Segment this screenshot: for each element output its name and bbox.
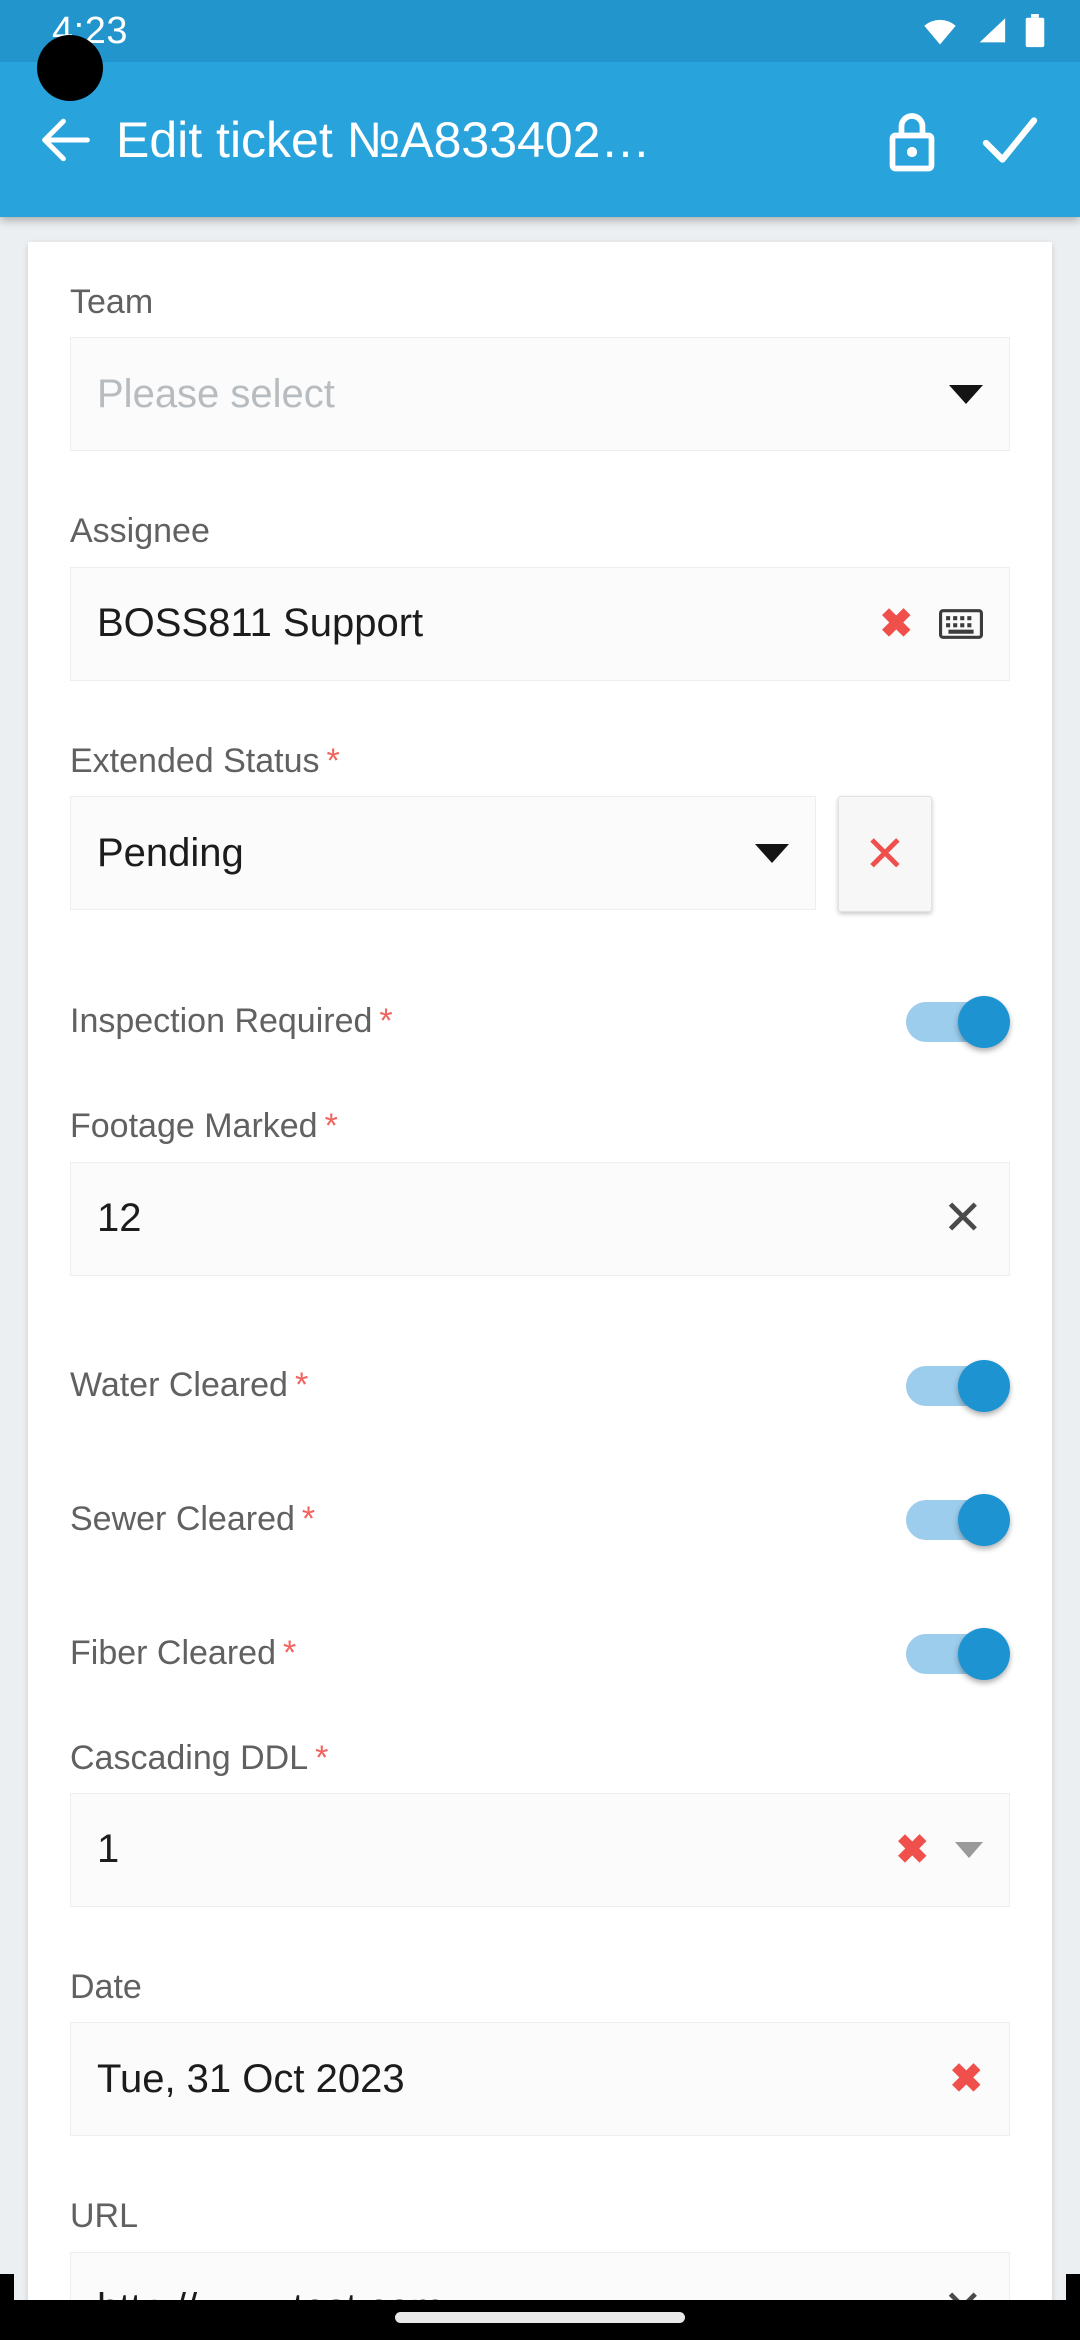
extended-status-select[interactable]: Pending bbox=[70, 796, 816, 911]
assignee-value: BOSS811 Support bbox=[97, 601, 424, 646]
url-input[interactable]: http://www.test.com ✕ bbox=[70, 2251, 1010, 2300]
field-team: Team Please select bbox=[70, 283, 1010, 452]
date-clear-x-icon[interactable]: ✖ bbox=[949, 2059, 983, 2099]
fiber-cleared-label: Fiber Cleared * bbox=[70, 1633, 297, 1672]
required-asterisk: * bbox=[301, 1499, 316, 1538]
battery-icon bbox=[1025, 14, 1045, 48]
assignee-label: Assignee bbox=[70, 512, 210, 551]
cascading-ddl-value: 1 bbox=[97, 1827, 120, 1872]
field-water-cleared: Water Cleared * bbox=[70, 1338, 1010, 1434]
extended-status-value: Pending bbox=[97, 830, 244, 875]
field-cascading-ddl: Cascading DDL * 1 ✖ bbox=[70, 1738, 1010, 1907]
date-value: Tue, 31 Oct 2023 bbox=[97, 2056, 405, 2101]
system-nav-bar bbox=[0, 2300, 1080, 2340]
assignee-input[interactable]: BOSS811 Support ✖ bbox=[70, 566, 1010, 681]
chevron-down-icon[interactable] bbox=[955, 1841, 983, 1858]
cascading-ddl-label: Cascading DDL * bbox=[70, 1738, 329, 1777]
field-assignee: Assignee BOSS811 Support ✖ bbox=[70, 512, 1010, 681]
app-bar: Edit ticket №A833402… bbox=[0, 62, 1080, 217]
status-bar: 4:23 bbox=[0, 0, 1080, 62]
url-clear-x-icon[interactable]: ✕ bbox=[943, 2284, 983, 2300]
cascading-ddl-clear-x-icon[interactable]: ✖ bbox=[895, 1830, 929, 1870]
water-cleared-label: Water Cleared * bbox=[70, 1365, 309, 1404]
footage-marked-value: 12 bbox=[97, 1196, 142, 1241]
team-label: Team bbox=[70, 283, 154, 321]
inspection-required-toggle[interactable] bbox=[906, 996, 1010, 1049]
team-value: Please select bbox=[97, 371, 335, 416]
sewer-cleared-label: Sewer Cleared * bbox=[70, 1499, 316, 1538]
team-select[interactable]: Please select bbox=[70, 337, 1010, 452]
field-sewer-cleared: Sewer Cleared * bbox=[70, 1472, 1010, 1568]
field-inspection-required: Inspection Required * bbox=[70, 974, 1010, 1070]
fiber-cleared-toggle[interactable] bbox=[906, 1627, 1010, 1680]
required-asterisk: * bbox=[315, 1738, 329, 1777]
camera-cutout bbox=[37, 35, 103, 101]
url-label: URL bbox=[70, 2197, 139, 2236]
field-url: URL http://www.test.com ✕ bbox=[70, 2197, 1010, 2300]
extended-status-clear-button[interactable]: ✕ bbox=[838, 796, 932, 913]
form-card: Team Please select Assignee BOSS811 Supp… bbox=[28, 242, 1052, 2300]
extended-status-label: Extended Status * bbox=[70, 741, 340, 780]
footage-marked-label: Footage Marked * bbox=[70, 1107, 338, 1146]
home-indicator[interactable] bbox=[395, 2312, 685, 2323]
check-icon[interactable] bbox=[974, 104, 1046, 176]
field-extended-status: Extended Status * Pending ✕ bbox=[70, 741, 1010, 913]
field-fiber-cleared: Fiber Cleared * bbox=[70, 1606, 1010, 1702]
phone-screen: 4:23 Edit ticket №A833402… Team Please s… bbox=[0, 0, 1080, 2340]
close-x-icon: ✕ bbox=[864, 826, 906, 883]
date-label: Date bbox=[70, 1967, 142, 2006]
footage-marked-input[interactable]: 12 ✕ bbox=[70, 1161, 1010, 1276]
water-cleared-toggle[interactable] bbox=[906, 1359, 1010, 1412]
chevron-down-icon[interactable] bbox=[949, 384, 983, 404]
assignee-clear-x-icon[interactable]: ✖ bbox=[879, 604, 913, 644]
required-asterisk: * bbox=[379, 1002, 393, 1041]
back-arrow-icon[interactable] bbox=[34, 108, 98, 172]
field-footage-marked: Footage Marked * 12 ✕ bbox=[70, 1107, 1010, 1276]
cascading-ddl-select[interactable]: 1 ✖ bbox=[70, 1792, 1010, 1907]
wifi-icon bbox=[924, 19, 956, 45]
footage-marked-clear-x-icon[interactable]: ✕ bbox=[943, 1194, 983, 1243]
required-asterisk: * bbox=[282, 1633, 297, 1672]
form-scroll-area[interactable]: Team Please select Assignee BOSS811 Supp… bbox=[0, 217, 1080, 2300]
inspection-required-label: Inspection Required * bbox=[70, 1002, 393, 1041]
page-title: Edit ticket №A833402… bbox=[116, 111, 651, 168]
url-value: http://www.test.com bbox=[97, 2286, 943, 2300]
field-date: Date Tue, 31 Oct 2023 ✖ bbox=[70, 1967, 1010, 2137]
required-asterisk: * bbox=[294, 1365, 309, 1404]
date-input[interactable]: Tue, 31 Oct 2023 ✖ bbox=[70, 2022, 1010, 2137]
cellular-signal-icon bbox=[979, 18, 1006, 43]
lock-icon[interactable] bbox=[876, 104, 948, 176]
screen-corner-left bbox=[0, 2274, 14, 2300]
keyboard-icon[interactable] bbox=[939, 608, 983, 640]
sewer-cleared-toggle[interactable] bbox=[906, 1493, 1010, 1546]
chevron-down-icon[interactable] bbox=[755, 843, 789, 863]
screen-corner-right bbox=[1066, 2274, 1080, 2300]
required-asterisk: * bbox=[326, 741, 340, 780]
status-bar-icons bbox=[922, 14, 1046, 48]
required-asterisk: * bbox=[324, 1107, 338, 1146]
